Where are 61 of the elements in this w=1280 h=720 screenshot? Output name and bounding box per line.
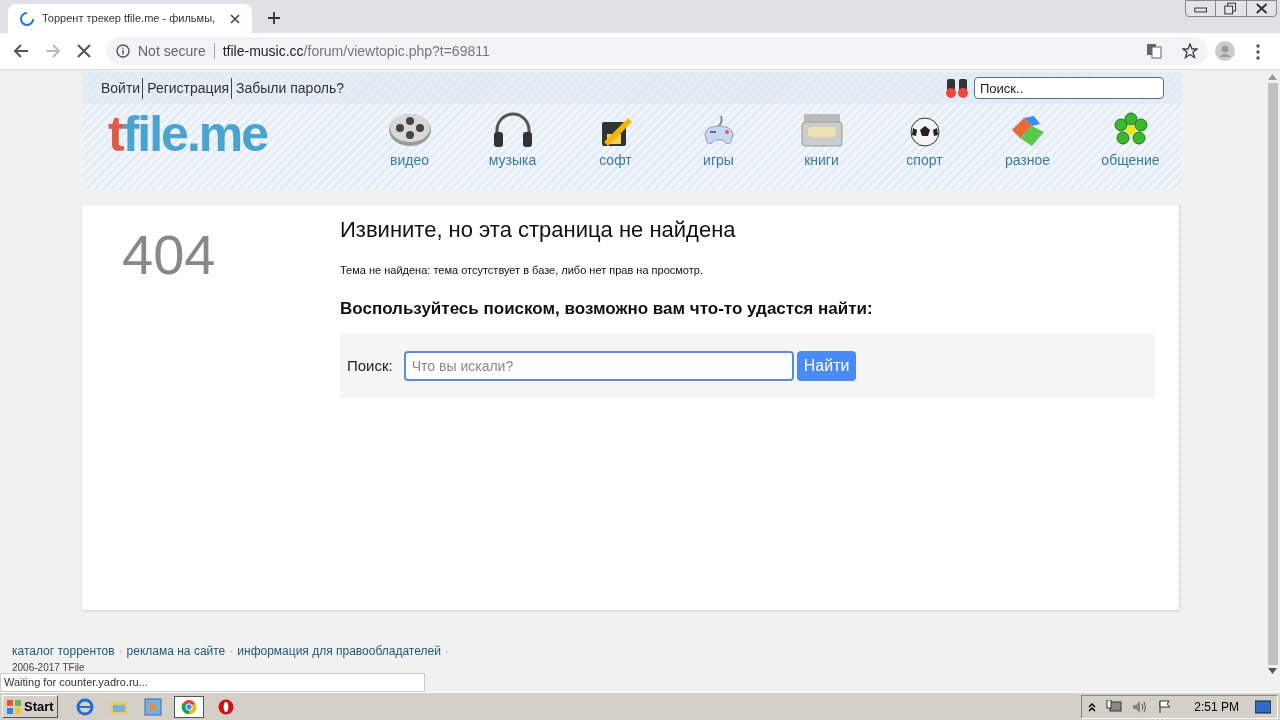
site-logo[interactable]: tfile.me [108, 106, 354, 162]
search-input[interactable]: Что вы искали? [403, 351, 794, 381]
error-code: 404 [122, 223, 216, 286]
category-link[interactable]: общение [1101, 150, 1160, 171]
search-label: Поиск: [347, 355, 393, 376]
back-arrow-icon[interactable] [12, 42, 30, 60]
search-prompt: Воспользуйтесь поиском, возможно вам что-то удастся найти: [340, 297, 874, 320]
auth-link[interactable]: Войти [100, 77, 142, 99]
typewriter-icon [799, 112, 844, 148]
separator-dot: · [118, 643, 123, 660]
category-link[interactable]: музыка [488, 150, 537, 171]
copyright-text: 2006-2017 TFile [12, 662, 86, 673]
url-text: tfile-music.cc/forum/viewtopic.php?t=69811 [222, 41, 490, 61]
star-icon[interactable] [1182, 43, 1198, 59]
footer-link[interactable]: каталог торрентов [12, 642, 115, 660]
search-field[interactable]: Поиск.. [974, 77, 1164, 99]
auth-link[interactable]: Регистрация [142, 77, 231, 99]
stop-loading-icon[interactable] [76, 43, 92, 59]
info-icon[interactable] [116, 44, 130, 58]
address-bar[interactable]: Not secure tfile-music.cc/forum/viewtopic.php?t=69811 [106, 37, 1208, 65]
category-link[interactable]: игры [703, 150, 734, 171]
soccer-ball-icon [908, 116, 941, 148]
footer-link[interactable]: реклама на сайте [126, 642, 226, 660]
chrome-icon [180, 698, 197, 715]
category-link[interactable]: разное [1004, 150, 1051, 171]
separator-dot: · [229, 643, 234, 660]
menu-icon[interactable] [1256, 44, 1260, 60]
category-link[interactable]: спорт [906, 150, 943, 171]
category-link[interactable]: видео [390, 150, 429, 171]
show-desktop-icon[interactable] [1255, 699, 1271, 714]
network-icon[interactable] [1106, 699, 1123, 714]
close-icon[interactable] [230, 13, 240, 24]
search-button[interactable]: Найти [796, 351, 857, 381]
auth-link[interactable]: Забыли пароль? [231, 77, 346, 99]
status-bubble: Waiting for counter.yadro.ru... [0, 673, 425, 692]
security-label: Not secure [138, 41, 206, 61]
scroll-down-arrow-icon[interactable] [1268, 668, 1277, 674]
chevron-up-icon[interactable] [1088, 701, 1097, 712]
speaker-icon[interactable] [1132, 699, 1149, 714]
tab-title: Торрент трекер tfile.me - фильмы, [42, 11, 217, 27]
separator-dot: · [444, 643, 449, 660]
film-reel-icon [387, 112, 432, 148]
footer-link[interactable]: информация для правообладателей [237, 642, 441, 660]
profile-avatar-icon[interactable] [1215, 41, 1235, 61]
error-title: Извините, но эта страница не найдена [340, 216, 737, 244]
translate-icon[interactable] [1146, 43, 1162, 59]
binoculars-icon [944, 77, 970, 99]
scrollbar-thumb[interactable] [1267, 83, 1278, 665]
browser-tab[interactable]: Торрент трекер tfile.me - фильмы, [8, 4, 252, 33]
start-button[interactable]: Start [2, 695, 58, 718]
category-link[interactable]: софт [599, 150, 632, 171]
new-tab-icon[interactable] [268, 12, 280, 24]
error-message: Тема не найдена: тема отсутствует в базе, либо нет прав на просмотр. [340, 263, 704, 278]
flag-icon[interactable] [1158, 699, 1173, 714]
internet-explorer-icon[interactable] [75, 697, 94, 716]
clock: 2:51 PM [1194, 698, 1239, 716]
chrome-taskbar-button[interactable] [173, 695, 204, 718]
flower-icon [1112, 112, 1149, 148]
opera-icon[interactable] [217, 698, 234, 715]
category-link[interactable]: книги [804, 150, 839, 171]
windows-logo-icon [6, 698, 22, 715]
